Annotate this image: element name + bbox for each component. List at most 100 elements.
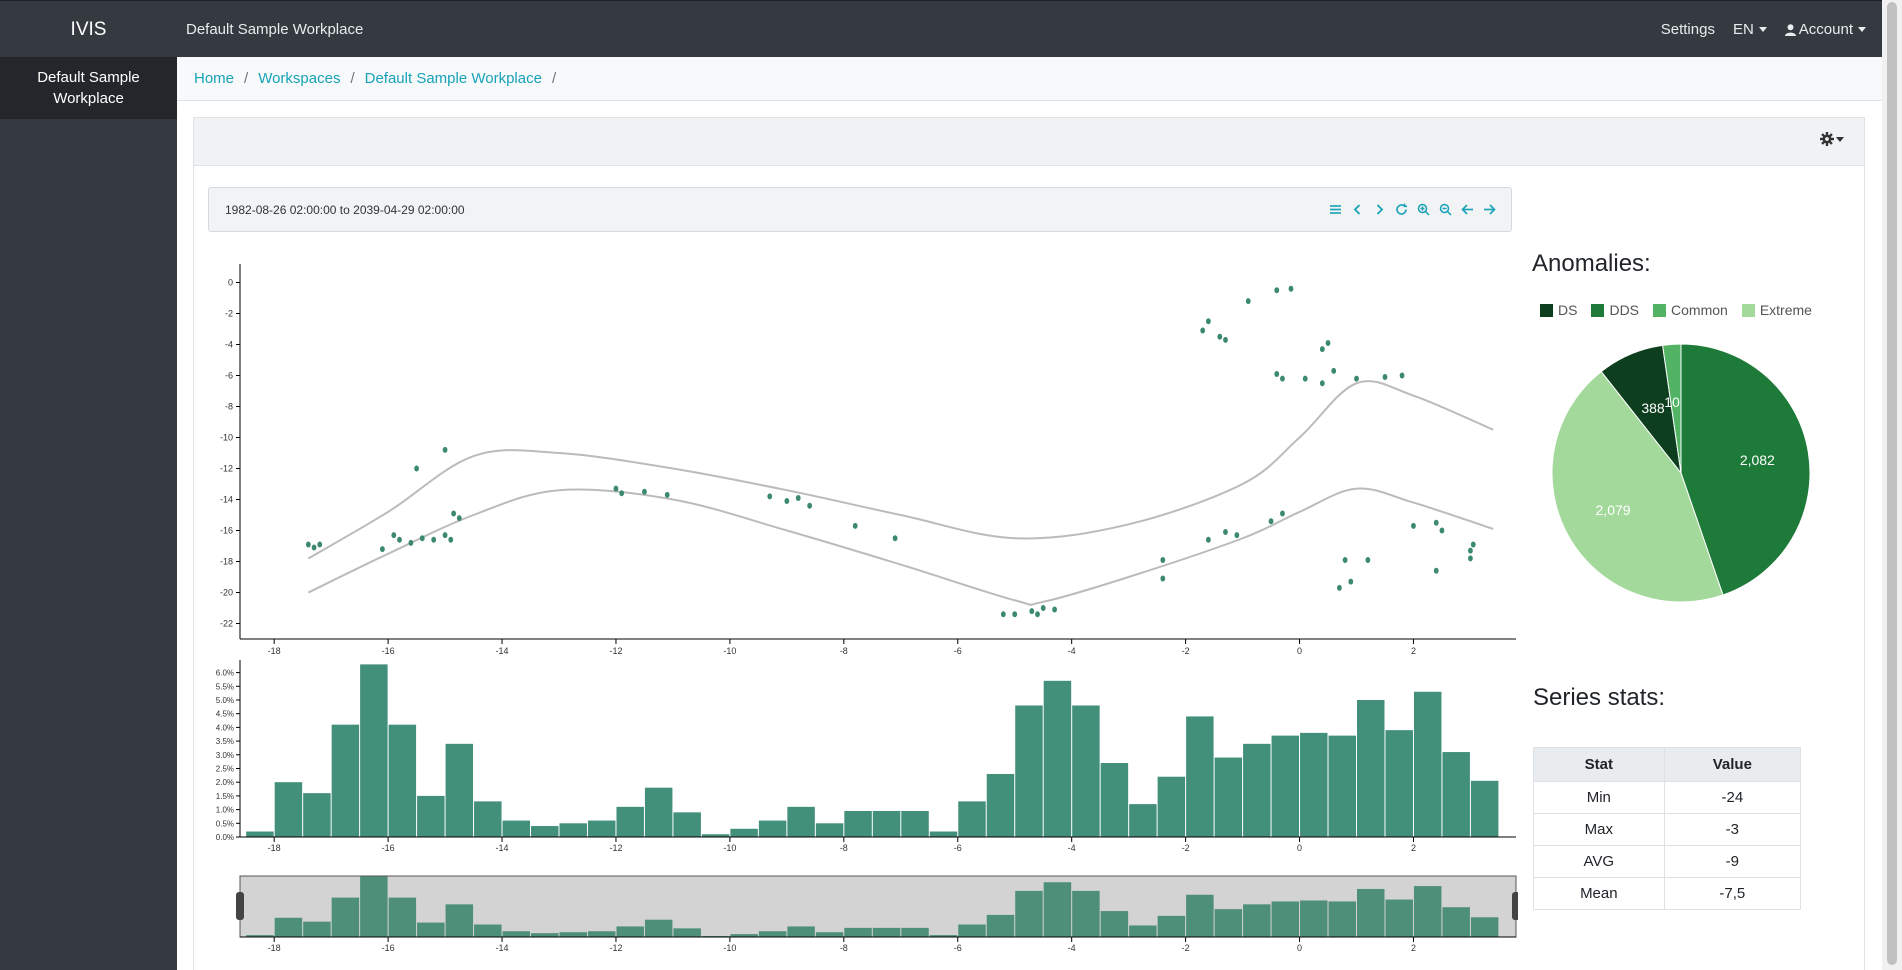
histogram-x-tick-label: -16 bbox=[382, 843, 395, 853]
histogram-x-tick-label: -18 bbox=[268, 843, 281, 853]
histogram-bar bbox=[502, 820, 531, 837]
brush-bar bbox=[1043, 882, 1072, 937]
scatter-point bbox=[442, 446, 448, 453]
histogram-bar bbox=[815, 823, 844, 837]
menu-icon[interactable] bbox=[1328, 202, 1343, 217]
pie-label-extreme: 2,079 bbox=[1596, 502, 1631, 518]
scatter-point bbox=[1342, 556, 1348, 563]
scatter-point bbox=[1365, 556, 1371, 563]
scatter-point bbox=[1035, 611, 1040, 618]
refresh-icon[interactable] bbox=[1394, 202, 1409, 217]
scatter-point bbox=[1280, 510, 1285, 517]
scatter-point bbox=[1245, 298, 1251, 305]
time-toolbar bbox=[1328, 202, 1497, 217]
pie-label-dds: 2,082 bbox=[1740, 452, 1775, 468]
series-stats-table: Stat Value Min -24 Max -3 AVG -9 Mean -7,5 bbox=[1533, 747, 1802, 910]
brush-bar bbox=[673, 928, 701, 937]
arrow-left-icon[interactable] bbox=[1460, 202, 1475, 217]
histogram-bar bbox=[1186, 716, 1214, 837]
scatter-point bbox=[892, 535, 898, 542]
panel-settings-dropdown[interactable] bbox=[1820, 132, 1844, 146]
scatter-point bbox=[1302, 375, 1308, 382]
scatter-point bbox=[807, 502, 813, 509]
legend-item-extreme[interactable]: Extreme bbox=[1741, 302, 1812, 318]
stat-name: Max bbox=[1533, 813, 1665, 846]
scatter-point bbox=[1160, 575, 1166, 582]
scatter-point bbox=[1223, 336, 1228, 343]
brush-bar bbox=[1328, 901, 1356, 937]
scatter-point bbox=[1000, 611, 1006, 618]
histogram-bar bbox=[929, 831, 958, 837]
scatter-point bbox=[1348, 578, 1354, 585]
zoom-in-icon[interactable] bbox=[1416, 202, 1431, 217]
histogram-bar bbox=[274, 782, 303, 837]
scrollbar-thumb[interactable] bbox=[1887, 2, 1897, 965]
navbar-right: Settings EN Account bbox=[1661, 1, 1866, 58]
legend-item-ds[interactable]: DS bbox=[1540, 302, 1577, 318]
arrow-right-icon[interactable] bbox=[1482, 202, 1497, 217]
breadcrumb-workspaces[interactable]: Workspaces bbox=[258, 70, 340, 87]
histogram-y-tick-label: 1.0% bbox=[216, 806, 234, 815]
scatter-point bbox=[1052, 606, 1057, 613]
histogram-x-tick-label: -8 bbox=[840, 843, 848, 853]
scatter-point bbox=[1325, 339, 1331, 346]
panel-header bbox=[194, 118, 1864, 166]
brush-bar bbox=[1015, 890, 1043, 937]
scatter-point bbox=[1274, 287, 1280, 294]
top-navbar: IVIS Default Sample Workplace Settings E… bbox=[0, 0, 1882, 58]
time-to-word: to bbox=[339, 203, 350, 217]
histogram-x-tick-label: -2 bbox=[1182, 843, 1190, 853]
page-scrollbar[interactable] bbox=[1882, 0, 1902, 970]
histogram-x-tick-label: -6 bbox=[954, 843, 962, 853]
table-row: AVG -9 bbox=[1533, 845, 1802, 878]
histogram-bar bbox=[388, 724, 417, 837]
chevron-left-icon[interactable] bbox=[1350, 202, 1365, 217]
scatter-point bbox=[456, 515, 462, 522]
scatter-point bbox=[1468, 547, 1473, 554]
account-dropdown[interactable]: Account bbox=[1784, 21, 1866, 38]
histogram-bar bbox=[644, 787, 673, 837]
histogram-bar bbox=[1328, 735, 1356, 837]
scatter-point bbox=[795, 494, 801, 501]
scatter-x-tick-label: -4 bbox=[1068, 646, 1076, 656]
brush-bar bbox=[1157, 915, 1186, 937]
stats-header-row: Stat Value bbox=[1533, 747, 1802, 782]
histogram-x-tick-label: -12 bbox=[609, 843, 622, 853]
scatter-x-tick-label: 2 bbox=[1411, 646, 1416, 656]
brush-bar bbox=[587, 931, 616, 937]
zoom-out-icon[interactable] bbox=[1438, 202, 1453, 217]
histogram-bar bbox=[559, 823, 587, 837]
scatter-point bbox=[1319, 346, 1325, 353]
scatter-point bbox=[1331, 367, 1337, 374]
stat-value: -9 bbox=[1663, 845, 1802, 878]
sidebar-item-default-sample-workplace[interactable]: Default Sample Workplace bbox=[0, 57, 177, 119]
chevron-right-icon[interactable] bbox=[1372, 202, 1387, 217]
language-dropdown[interactable]: EN bbox=[1733, 21, 1767, 38]
legend-item-dds[interactable]: DDS bbox=[1591, 302, 1639, 318]
scatter-point bbox=[1288, 285, 1294, 292]
scatter-point bbox=[1223, 529, 1228, 536]
histogram-chart: 0.0% 0.5% 1.0% 1.5% 2.0% 2.5% 3.0% 3.5% 4.0% 4.5%… bbox=[216, 660, 1516, 853]
brand-logo[interactable]: IVIS bbox=[0, 1, 177, 58]
histogram-bar bbox=[1470, 780, 1499, 837]
histogram-bar bbox=[1243, 743, 1271, 837]
histogram-bar bbox=[587, 820, 616, 837]
scatter-y-tick-label: -14 bbox=[220, 495, 233, 505]
table-row: Min -24 bbox=[1533, 781, 1802, 814]
stats-header-stat: Stat bbox=[1533, 747, 1665, 782]
stat-value: -7,5 bbox=[1663, 877, 1802, 910]
breadcrumb-home[interactable]: Home bbox=[194, 70, 234, 87]
brush-bar bbox=[787, 926, 815, 937]
language-label: EN bbox=[1732, 21, 1754, 38]
scatter-point bbox=[1205, 318, 1211, 325]
breadcrumb-workplace[interactable]: Default Sample Workplace bbox=[365, 70, 542, 87]
brush-bar bbox=[1413, 886, 1442, 937]
brush-bar bbox=[360, 876, 388, 937]
histogram-x-tick-label: -4 bbox=[1068, 843, 1076, 853]
settings-link[interactable]: Settings bbox=[1661, 21, 1715, 38]
scatter-y-tick-label: -20 bbox=[220, 588, 233, 598]
scatter-y-tick-label: -16 bbox=[220, 526, 233, 536]
histogram-bar bbox=[1300, 732, 1328, 837]
histogram-y-tick-label: 2.0% bbox=[216, 778, 234, 787]
legend-item-common[interactable]: Common bbox=[1653, 302, 1728, 318]
